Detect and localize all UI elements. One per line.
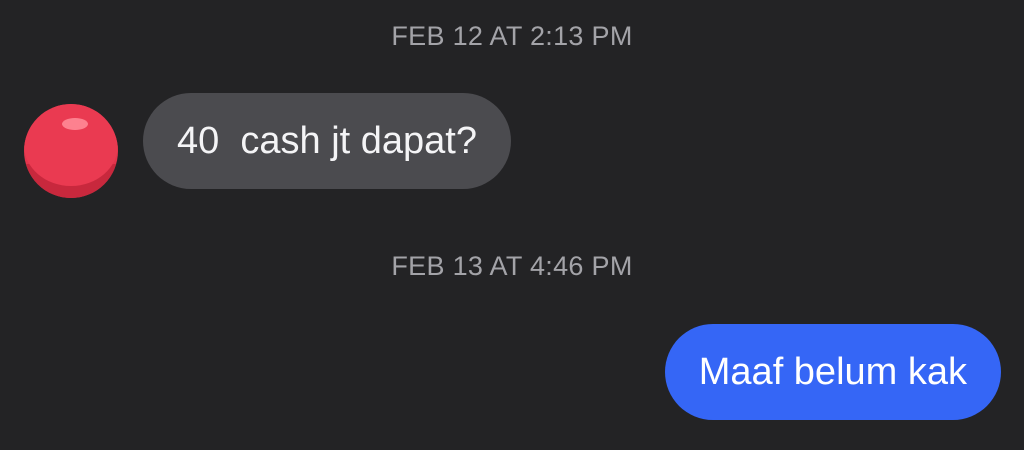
sender-avatar-icon[interactable] (24, 104, 118, 198)
incoming-message-bubble[interactable]: 40 cash jt dapat? (143, 93, 511, 189)
incoming-message-text: 40 cash jt dapat? (177, 119, 477, 162)
message-timestamp: FEB 12 AT 2:13 PM (391, 21, 633, 51)
avatar-shine (62, 118, 88, 130)
avatar-body (24, 104, 118, 186)
outgoing-message-bubble[interactable]: Maaf belum kak (664, 324, 1001, 420)
message-timestamp: FEB 13 AT 4:46 PM (391, 251, 633, 281)
outgoing-message-text: Maaf belum kak (698, 350, 967, 393)
